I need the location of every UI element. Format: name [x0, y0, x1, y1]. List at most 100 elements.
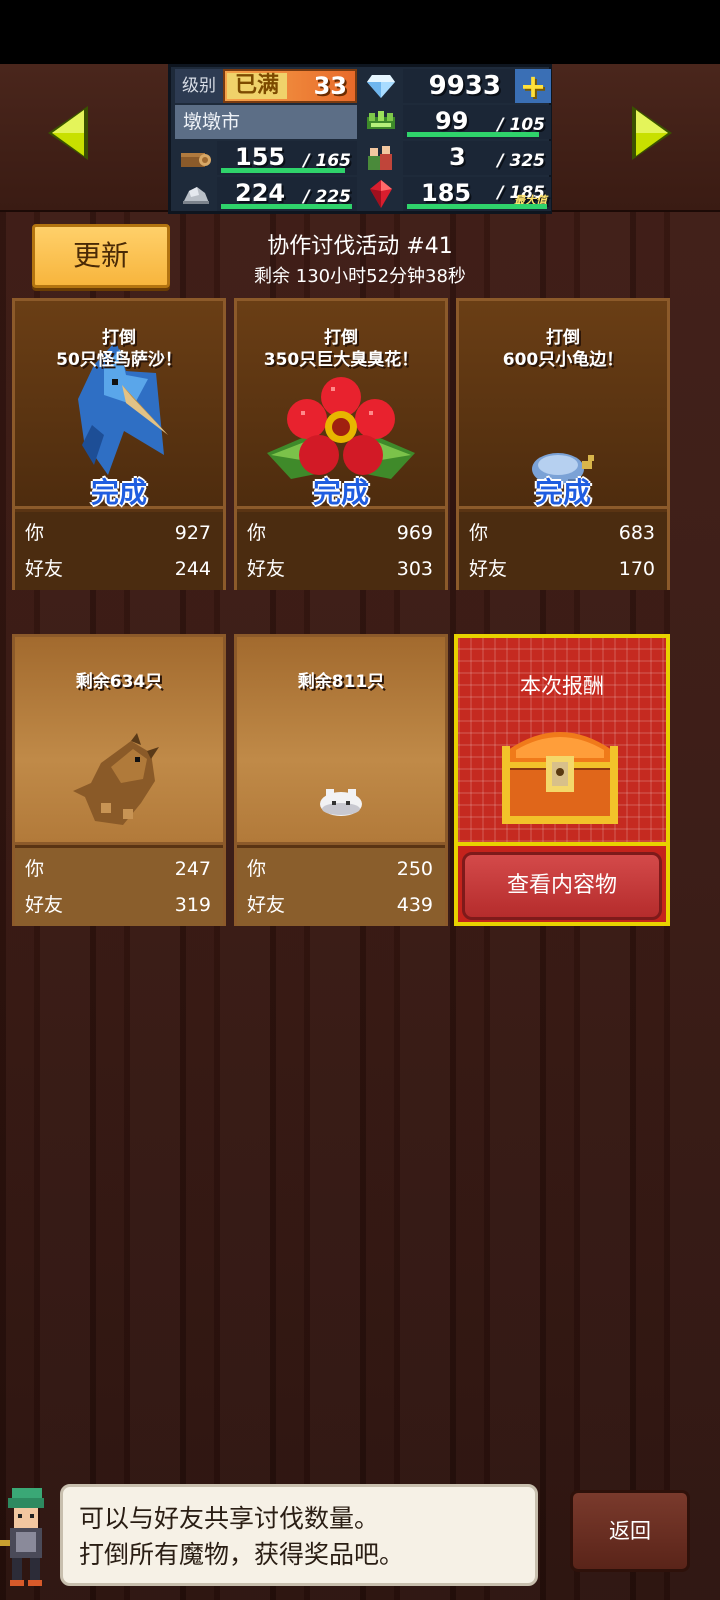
stone-current: 224 — [235, 179, 286, 207]
quest-card-art: 打倒 350只巨大臭臭花！ 完成 — [237, 301, 445, 509]
separator: / — [497, 183, 504, 203]
friend-count-row: 好友 244 — [25, 554, 211, 584]
stone-resource: 224 / 225 — [217, 177, 357, 211]
grass-resource: 99 / 105 — [403, 105, 551, 139]
left-arrow-icon — [48, 106, 88, 160]
friend-label: 好友 — [469, 558, 508, 580]
gem-count: 9933 — [403, 69, 515, 103]
diamond-icon — [361, 69, 401, 103]
quest-card-art: 打倒 600只小龟边！ 完成 — [459, 301, 667, 509]
friend-count: 244 — [174, 558, 211, 580]
friend-count-row: 好友 439 — [247, 890, 433, 920]
ruby-icon — [361, 177, 401, 211]
hint-message-line2: 打倒所有魔物，获得奖品吧。 — [79, 1540, 405, 1569]
ruby-resource: 185 / 185 最大值 — [403, 177, 551, 211]
residents-icon — [361, 141, 401, 175]
level-bar: 已满 33 — [223, 69, 357, 103]
resource-hud: 级别 已满 33 9933 + 墩墩市 99 / 105 155 / 165 3… — [168, 64, 552, 214]
friend-count: 439 — [396, 894, 433, 916]
quest-card[interactable]: 打倒 350只巨大臭臭花！ 完成 你 969 好友 303 — [234, 298, 448, 590]
grass-bar — [407, 132, 539, 137]
hero-character-avatar — [0, 1488, 56, 1588]
game-screen: 级别 已满 33 9933 + 墩墩市 99 / 105 155 / 165 3… — [0, 0, 720, 1600]
view-contents-button[interactable]: 查看内容物 — [462, 852, 662, 920]
quest-card-art: 剩余634只 — [15, 637, 223, 845]
residents-resource: 3 / 325 — [403, 141, 551, 175]
you-count-row: 你 250 — [247, 854, 433, 884]
quest-card[interactable]: 打倒 50只怪鸟萨沙！ 完成 你 927 好友 244 — [12, 298, 226, 590]
you-count: 683 — [618, 522, 655, 544]
friend-count-row: 好友 319 — [25, 890, 211, 920]
you-label: 你 — [469, 522, 489, 544]
wood-icon — [175, 141, 215, 175]
status-bar — [0, 0, 720, 64]
friend-count-row: 好友 303 — [247, 554, 433, 584]
refresh-button[interactable]: 更新 — [32, 224, 170, 288]
quest-remaining: 剩余811只 — [297, 672, 385, 692]
quest-goal-line2: 350只巨大臭臭花！ — [263, 350, 419, 370]
ruby-current: 185 — [421, 179, 472, 207]
next-arrow-button[interactable] — [630, 104, 676, 162]
quest-card[interactable]: 打倒 600只小龟边！ 完成 你 683 好友 170 — [456, 298, 670, 590]
stone-icon — [175, 177, 215, 211]
you-count-row: 你 247 — [25, 854, 211, 884]
quest-goal: 打倒 350只巨大臭臭花！ — [237, 327, 445, 371]
you-count-row: 你 683 — [469, 518, 655, 548]
brown-dragon-monster-icon — [71, 733, 167, 833]
friend-label: 好友 — [25, 894, 64, 916]
quest-goal-line2: 600只小龟边！ — [502, 350, 624, 370]
quest-card-art: 打倒 50只怪鸟萨沙！ 完成 — [15, 301, 223, 509]
quest-goal: 剩余811只 — [237, 671, 445, 693]
quest-complete-label: 完成 — [534, 476, 591, 509]
hint-message-bubble: 可以与好友共享讨伐数量。 打倒所有魔物，获得奖品吧。 — [60, 1484, 538, 1586]
right-arrow-icon — [632, 106, 672, 160]
you-label: 你 — [247, 858, 267, 880]
quest-goal: 打倒 600只小龟边！ — [459, 327, 667, 371]
previous-arrow-button[interactable] — [44, 104, 90, 162]
quest-stats: 你 250 好友 439 — [237, 848, 445, 926]
quest-stats: 你 683 好友 170 — [459, 512, 667, 590]
quest-goal-line1: 打倒 — [546, 328, 580, 348]
grass-icon — [361, 105, 401, 139]
you-count: 927 — [174, 522, 211, 544]
level-label: 级别 — [175, 69, 223, 103]
event-title: 协作讨伐活动 #41 — [267, 234, 453, 259]
friend-label: 好友 — [247, 894, 286, 916]
quest-stats: 你 969 好友 303 — [237, 512, 445, 590]
you-count-row: 你 927 — [25, 518, 211, 548]
quest-card[interactable]: 剩余811只 你 250 好友 439 — [234, 634, 448, 926]
wood-resource: 155 / 165 — [217, 141, 357, 175]
quest-card-art: 剩余811只 — [237, 637, 445, 845]
quest-card[interactable]: 剩余634只 你 247 好友 319 — [12, 634, 226, 926]
you-count: 969 — [396, 522, 433, 544]
ruby-bar — [407, 204, 547, 209]
residents-max: / 325 — [497, 149, 545, 173]
friend-count: 319 — [174, 894, 211, 916]
level-max-badge: 已满 — [227, 73, 287, 99]
you-label: 你 — [25, 858, 45, 880]
quest-goal-line1: 打倒 — [102, 328, 136, 348]
quest-goal: 剩余634只 — [15, 671, 223, 693]
quest-goal: 打倒 50只怪鸟萨沙！ — [15, 327, 223, 371]
back-button[interactable]: 返回 — [570, 1490, 690, 1572]
quest-complete-label: 完成 — [90, 476, 147, 509]
you-label: 你 — [25, 522, 45, 544]
quest-remaining: 剩余634只 — [75, 672, 163, 692]
quest-complete-label: 完成 — [312, 476, 369, 509]
reward-card: 本次报酬 查看内容物 — [454, 634, 670, 926]
separator: / — [497, 151, 504, 171]
plus-icon: + — [519, 67, 547, 105]
you-count: 247 — [174, 858, 211, 880]
reward-title: 本次报酬 — [520, 674, 604, 698]
add-gems-button[interactable]: + — [515, 69, 551, 103]
quest-stats: 你 927 好友 244 — [15, 512, 223, 590]
you-label: 你 — [247, 522, 267, 544]
stone-bar — [221, 204, 352, 209]
treasure-chest-icon — [502, 720, 618, 828]
quest-goal-line1: 打倒 — [324, 328, 358, 348]
you-count-row: 你 969 — [247, 518, 433, 548]
quest-stats: 你 247 好友 319 — [15, 848, 223, 926]
friend-label: 好友 — [25, 558, 64, 580]
reward-art: 本次报酬 — [458, 638, 666, 846]
residents-max-value: 325 — [509, 151, 546, 171]
